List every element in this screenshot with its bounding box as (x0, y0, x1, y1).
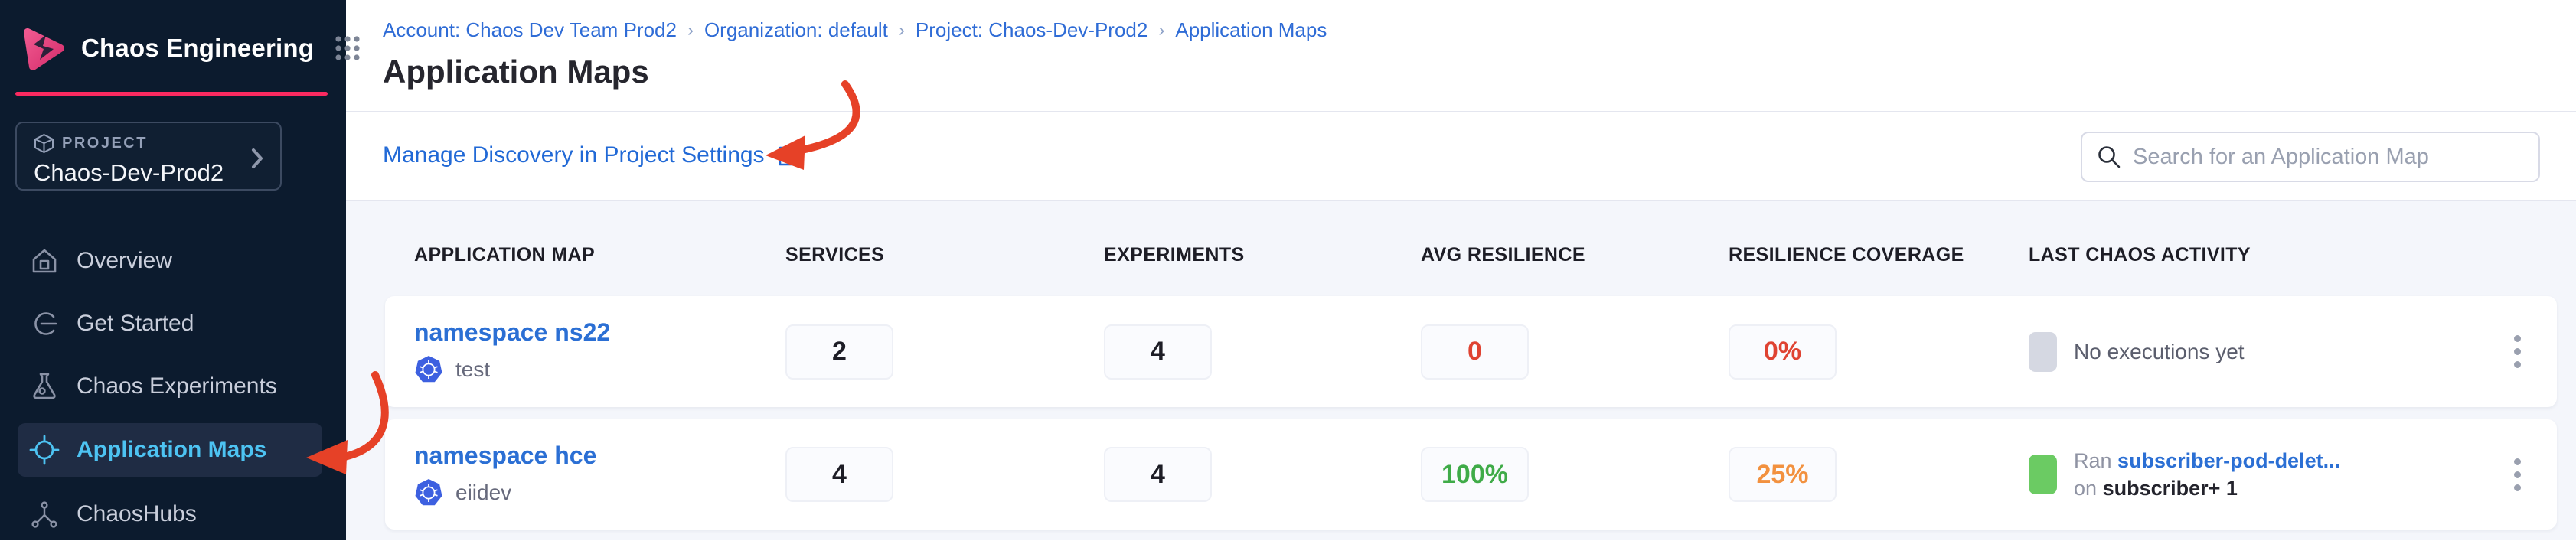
sidebar-item-label: ChaosHubs (77, 501, 197, 527)
chaos-engineering-logo-icon (23, 26, 64, 70)
target-icon (29, 435, 60, 465)
sidebar-item-chaoshubs[interactable]: ChaosHubs (18, 487, 322, 541)
kubernetes-icon (414, 477, 443, 508)
page-header: Account: Chaos Dev Team Prod2 › Organiza… (346, 0, 2576, 112)
column-header: EXPERIMENTS (1104, 244, 1421, 266)
hub-icon (29, 499, 60, 530)
application-map-cell: namespace hce (414, 442, 785, 508)
status-swatch (2029, 332, 2057, 372)
manage-discovery-link[interactable]: Manage Discovery in Project Settings (383, 142, 802, 168)
toolbar: Manage Discovery in Project Settings (346, 114, 2576, 201)
external-link-icon (777, 143, 802, 168)
activity-prefix: Ran (2074, 449, 2112, 472)
last-chaos-activity-cell: No executions yet (2029, 332, 2477, 372)
application-map-cell: namespace ns22 (414, 318, 785, 385)
experiments-count: 4 (1104, 324, 1212, 380)
app-title: Chaos Engineering (81, 34, 314, 63)
row-menu-button[interactable] (2509, 454, 2525, 496)
sidebar-item-label: Application Maps (77, 437, 266, 463)
sidebar-item-label: Get Started (77, 311, 194, 337)
sidebar-item-overview[interactable]: Overview (18, 234, 322, 288)
search-input[interactable] (2133, 145, 2538, 170)
resilience-coverage-value: 25% (1729, 447, 1837, 502)
column-header: RESILIENCE COVERAGE (1729, 244, 2029, 266)
table-row: namespace hce (385, 419, 2557, 530)
column-header: APPLICATION MAP (414, 244, 785, 266)
column-header: AVG RESILIENCE (1421, 244, 1729, 266)
project-name: Chaos-Dev-Prod2 (34, 159, 266, 187)
column-header: SERVICES (785, 244, 1104, 266)
table-header-row: APPLICATION MAP SERVICES EXPERIMENTS AVG… (414, 244, 2557, 266)
page-title: Application Maps (383, 54, 649, 90)
chevron-right-icon (251, 148, 263, 173)
sidebar-item-application-maps[interactable]: Application Maps (18, 423, 322, 477)
cube-icon (34, 133, 54, 154)
search-box (2081, 132, 2540, 182)
resilience-coverage-value: 0% (1729, 324, 1837, 380)
application-maps-table: APPLICATION MAP SERVICES EXPERIMENTS AVG… (346, 201, 2576, 540)
avg-resilience-value: 0 (1421, 324, 1529, 380)
breadcrumb-organization[interactable]: Organization: default (704, 18, 888, 42)
row-menu-button[interactable] (2509, 331, 2525, 373)
sidebar-item-label: Chaos Experiments (77, 373, 277, 399)
kubernetes-icon (414, 354, 443, 385)
breadcrumb-current[interactable]: Application Maps (1175, 18, 1327, 42)
breadcrumb: Account: Chaos Dev Team Prod2 › Organiza… (383, 18, 1327, 42)
environment-name: eiidev (455, 481, 511, 505)
activity-target: subscriber+ 1 (2103, 477, 2238, 500)
breadcrumb-separator: › (1148, 20, 1175, 41)
table-row: namespace ns22 (385, 296, 2557, 407)
environment-name: test (455, 357, 490, 382)
activity-on-label: on (2074, 477, 2097, 500)
application-map-link[interactable]: namespace hce (414, 442, 596, 470)
avg-resilience-value: 100% (1421, 447, 1529, 502)
column-header: LAST CHAOS ACTIVITY (2029, 244, 2477, 266)
sidebar-item-get-started[interactable]: Get Started (18, 297, 322, 350)
get-started-icon (29, 309, 60, 338)
breadcrumb-separator: › (677, 20, 704, 41)
application-map-link[interactable]: namespace ns22 (414, 318, 610, 347)
sidebar-header: Chaos Engineering (0, 0, 346, 96)
activity-text: No executions yet (2074, 340, 2245, 364)
services-count: 4 (785, 447, 893, 502)
breadcrumb-project[interactable]: Project: Chaos-Dev-Prod2 (916, 18, 1148, 42)
nine-dot-grid-icon[interactable] (334, 34, 361, 62)
services-count: 2 (785, 324, 893, 380)
status-swatch (2029, 455, 2057, 494)
experiment-link[interactable]: subscriber-pod-delet... (2117, 449, 2340, 472)
project-selector[interactable]: PROJECT Chaos-Dev-Prod2 (15, 122, 282, 191)
sidebar-item-chaos-experiments[interactable]: Chaos Experiments (18, 360, 322, 413)
module-accent-bar (15, 92, 328, 96)
flask-icon (29, 371, 60, 402)
project-label: PROJECT (62, 135, 148, 152)
home-icon (29, 246, 60, 275)
search-icon (2096, 144, 2122, 170)
sidebar-item-label: Overview (77, 248, 172, 274)
sidebar: Chaos Engineering PROJECT Ch (0, 0, 346, 540)
experiments-count: 4 (1104, 447, 1212, 502)
last-chaos-activity-cell: Ran subscriber-pod-delet... on subscribe… (2029, 447, 2477, 502)
breadcrumb-separator: › (888, 20, 916, 41)
breadcrumb-account[interactable]: Account: Chaos Dev Team Prod2 (383, 18, 677, 42)
